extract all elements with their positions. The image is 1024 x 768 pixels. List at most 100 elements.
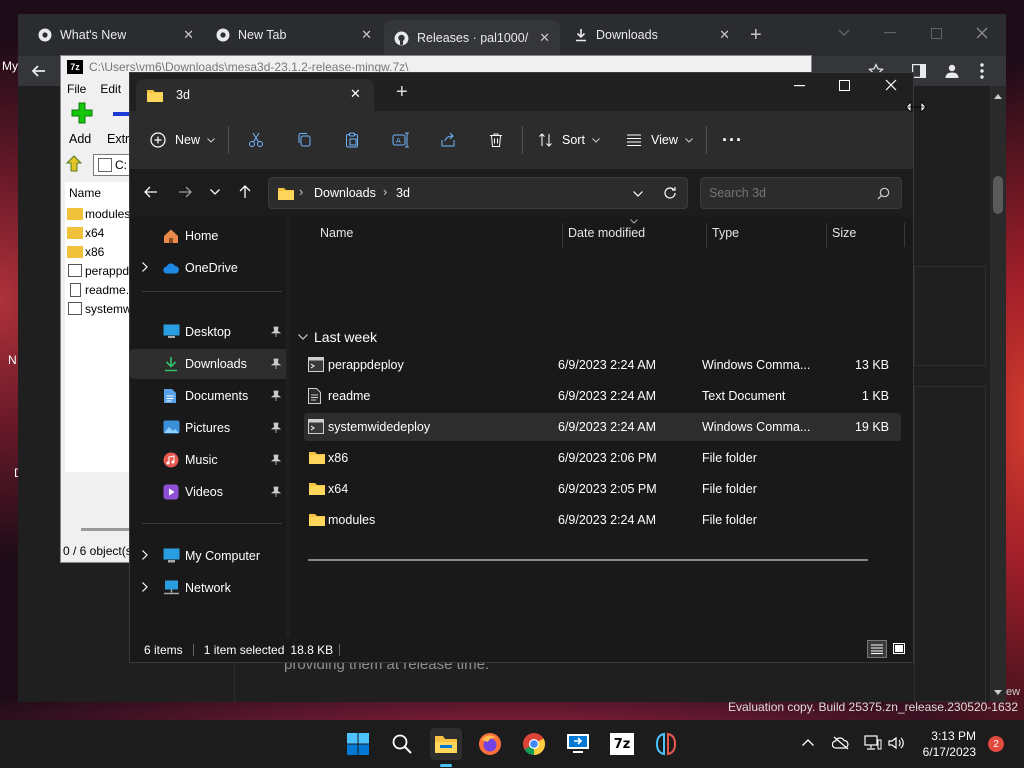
details-view-icon[interactable] — [867, 640, 887, 658]
nav-item-pictures[interactable]: Pictures — [130, 413, 290, 443]
forward-arrow-icon[interactable] — [178, 185, 192, 199]
nav-item-onedrive[interactable]: OneDrive — [130, 253, 290, 283]
taskbar-app[interactable] — [650, 728, 682, 760]
list-item[interactable]: x64 — [65, 223, 131, 242]
path-input[interactable]: C: — [93, 154, 133, 176]
pin-icon[interactable] — [271, 358, 281, 369]
nav-item-videos[interactable]: Videos — [130, 477, 290, 507]
pin-icon[interactable] — [271, 486, 281, 497]
column-header-name[interactable]: Name — [320, 217, 353, 249]
onedrive-tray-icon[interactable] — [832, 736, 850, 750]
nav-item-downloads[interactable]: Downloads — [130, 349, 290, 379]
back-arrow-icon[interactable] — [144, 185, 158, 199]
view-button[interactable]: View — [626, 111, 693, 169]
chrome-tab-search-icon[interactable] — [824, 20, 864, 46]
table-row[interactable]: x86 6/9/2023 2:06 PM File folder — [304, 444, 901, 472]
add-button[interactable]: Add — [69, 132, 91, 146]
list-item[interactable]: perappde — [65, 261, 131, 280]
taskbar-firefox[interactable] — [474, 728, 506, 760]
recent-chevron-down-icon[interactable] — [210, 189, 220, 195]
kebab-menu-icon[interactable] — [980, 63, 984, 79]
profile-icon[interactable] — [944, 63, 960, 79]
cut-button[interactable] — [248, 111, 264, 169]
chevron-right-icon[interactable] — [142, 582, 148, 592]
breadcrumb-downloads[interactable]: Downloads — [314, 186, 376, 200]
list-item[interactable]: x86 — [65, 242, 131, 261]
scroll-down-icon[interactable] — [994, 690, 1002, 695]
taskbar-chrome[interactable] — [518, 728, 550, 760]
more-options-button[interactable]: ··· — [722, 111, 743, 169]
pin-icon[interactable] — [271, 422, 281, 433]
list-item[interactable]: readme.t — [65, 280, 131, 299]
refresh-icon[interactable] — [663, 186, 677, 200]
scroll-up-icon[interactable] — [994, 94, 1002, 99]
share-button[interactable] — [440, 111, 456, 169]
table-row[interactable]: x64 6/9/2023 2:05 PM File folder — [304, 475, 901, 503]
minimize-icon[interactable] — [870, 20, 910, 46]
column-header-name[interactable]: Name — [65, 182, 131, 204]
scrollbar-thumb[interactable] — [993, 176, 1003, 214]
chevron-down-icon[interactable] — [633, 191, 643, 197]
explorer-tab-3d[interactable]: 3d ✕ — [136, 79, 374, 111]
minimize-icon[interactable] — [794, 85, 806, 87]
notification-badge[interactable]: 2 — [988, 736, 1004, 752]
close-icon[interactable] — [885, 79, 897, 91]
rename-button[interactable]: A — [392, 111, 410, 169]
close-icon[interactable]: ✕ — [361, 27, 372, 43]
pin-icon[interactable] — [271, 326, 281, 337]
table-row[interactable]: readme 6/9/2023 2:24 AM Text Document 1 KB — [304, 382, 901, 410]
sidepanel-icon[interactable] — [912, 64, 926, 78]
tray-chevron-up-icon[interactable] — [802, 739, 814, 746]
add-plus-icon[interactable] — [71, 102, 95, 126]
column-header-size[interactable]: Size — [832, 217, 856, 249]
search-box[interactable] — [700, 177, 902, 209]
search-button[interactable] — [386, 728, 418, 760]
address-bar[interactable]: › Downloads › 3d — [268, 177, 688, 209]
nav-item-home[interactable]: Home — [130, 221, 290, 251]
chevron-right-icon[interactable] — [142, 550, 148, 560]
list-item[interactable]: systemw — [65, 299, 131, 318]
chrome-tab-downloads[interactable]: Downloads ✕ — [564, 22, 740, 48]
search-icon[interactable] — [877, 187, 890, 200]
new-tab-button[interactable]: + — [396, 81, 408, 104]
close-icon[interactable]: ✕ — [539, 30, 550, 46]
new-tab-button[interactable]: + — [750, 24, 762, 47]
close-icon[interactable]: ✕ — [183, 27, 194, 43]
chevron-right-icon[interactable] — [142, 262, 148, 272]
nav-item-desktop[interactable]: Desktop — [130, 317, 290, 347]
back-arrow-icon[interactable] — [30, 62, 48, 80]
table-row[interactable]: systemwidedeploy 6/9/2023 2:24 AM Windows … — [304, 413, 901, 441]
copy-button[interactable] — [296, 111, 312, 169]
taskbar-file-explorer[interactable] — [430, 728, 462, 760]
list-item[interactable]: modules — [65, 204, 131, 223]
pin-icon[interactable] — [271, 454, 281, 465]
nav-item-documents[interactable]: Documents — [130, 381, 290, 411]
paste-button[interactable] — [344, 111, 360, 169]
start-button[interactable] — [342, 728, 374, 760]
column-header-type[interactable]: Type — [712, 217, 739, 249]
menu-edit[interactable]: Edit — [100, 82, 121, 96]
nav-item-network[interactable]: Network — [130, 573, 290, 603]
nav-item-my-computer[interactable]: My Computer — [130, 541, 290, 571]
close-icon[interactable]: ✕ — [719, 27, 730, 43]
maximize-icon[interactable] — [839, 80, 850, 91]
taskbar-7zip[interactable]: 7z — [606, 728, 638, 760]
search-input[interactable] — [709, 184, 859, 202]
chrome-tab-whats-new[interactable]: What's New ✕ — [28, 22, 204, 48]
delete-button[interactable] — [488, 111, 504, 169]
horizontal-scrollbar[interactable] — [81, 528, 129, 531]
menu-file[interactable]: File — [67, 82, 86, 96]
new-button[interactable]: New — [150, 111, 215, 169]
clock[interactable]: 3:13 PM 6/17/2023 — [912, 728, 976, 760]
horizontal-scrollbar[interactable] — [308, 559, 868, 561]
close-icon[interactable] — [962, 20, 1002, 46]
up-folder-icon[interactable] — [65, 155, 83, 173]
pin-icon[interactable] — [271, 390, 281, 401]
nav-item-music[interactable]: Music — [130, 445, 290, 475]
network-tray-icon[interactable] — [864, 735, 882, 751]
up-arrow-icon[interactable] — [238, 184, 252, 199]
table-row[interactable]: perappdeploy 6/9/2023 2:24 AM Windows Comm… — [304, 351, 901, 379]
chrome-tab-new-tab[interactable]: New Tab ✕ — [206, 22, 382, 48]
table-row[interactable]: modules 6/9/2023 2:24 AM File folder — [304, 506, 901, 534]
extract-minus-icon[interactable] — [113, 112, 129, 116]
